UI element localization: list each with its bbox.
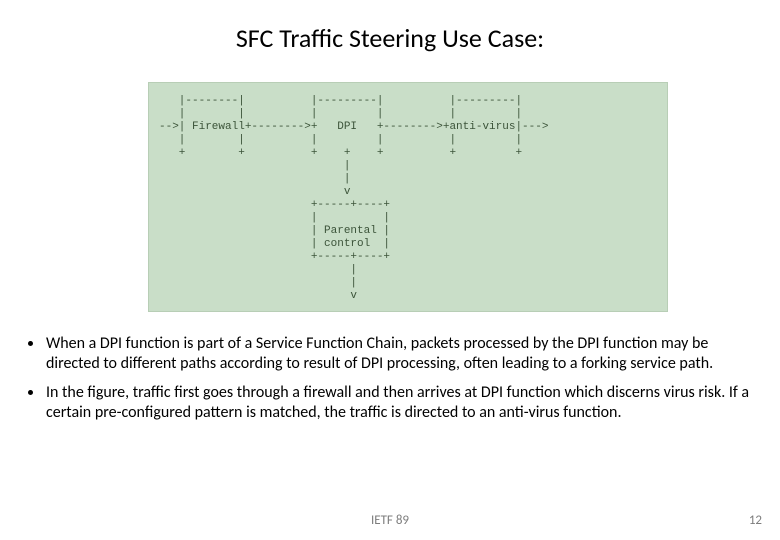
bullet-item: In the figure, traffic first goes throug… <box>44 383 758 424</box>
page-number: 12 <box>749 513 762 528</box>
bullet-item: When a DPI function is part of a Service… <box>44 334 758 375</box>
diagram-text: |--------| |---------| |---------| | | |… <box>159 95 548 302</box>
ascii-diagram: |--------| |---------| |---------| | | |… <box>148 82 668 312</box>
bullet-list: When a DPI function is part of a Service… <box>22 334 758 432</box>
slide: SFC Traffic Steering Use Case: |--------… <box>0 0 780 540</box>
footer-center: IETF 89 <box>0 513 780 528</box>
slide-title: SFC Traffic Steering Use Case: <box>0 22 780 54</box>
